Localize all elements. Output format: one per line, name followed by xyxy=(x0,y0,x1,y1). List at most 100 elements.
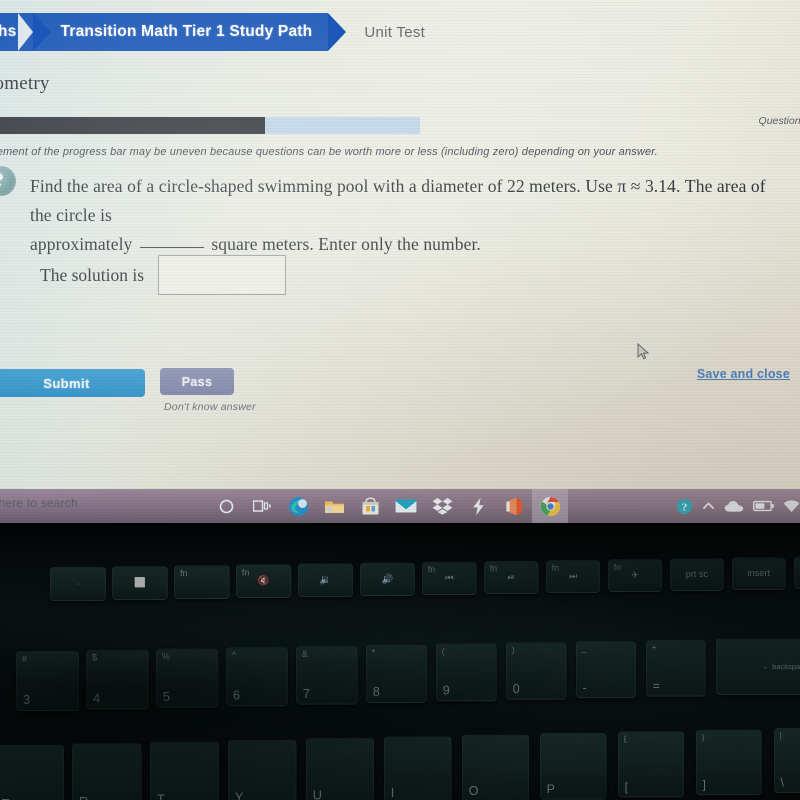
question-line-1: Find the area of a circle-shaped swimmin… xyxy=(30,176,766,225)
answer-blank-underline xyxy=(139,247,204,248)
key-legend: Y xyxy=(234,789,244,800)
keyboard-letter-row: ERTYUIOP{[}]|\ xyxy=(0,727,800,800)
key-legend: prt sc xyxy=(685,569,709,580)
keyboard-key[interactable]: + = xyxy=(646,639,706,697)
wifi-icon[interactable] xyxy=(783,499,800,513)
keyboard-key[interactable]: · xyxy=(50,567,106,601)
keyboard-key[interactable]: (9 xyxy=(436,643,497,702)
keyboard-key[interactable]: prt sc xyxy=(670,558,724,591)
keyboard-key[interactable]: ← backspace xyxy=(716,638,800,695)
breadcrumb-label: Transition Math Tier 1 Study Path xyxy=(60,23,313,40)
breadcrumb-item-transition-math[interactable]: Transition Math Tier 1 Study Path xyxy=(32,13,347,51)
keyboard-key[interactable]: ) 0 xyxy=(506,642,567,700)
breadcrumb-label: Unit Test xyxy=(364,23,426,41)
keyboard-key[interactable]: ⬜ xyxy=(112,566,168,600)
key-legend: ⏮ xyxy=(445,573,454,584)
mouse-cursor xyxy=(637,343,650,360)
key-shift-legend: } xyxy=(701,732,705,742)
keyboard-key[interactable]: }] xyxy=(696,729,762,796)
keyboard-key[interactable]: ^ 6 xyxy=(226,647,288,707)
keyboard-key[interactable]: Y xyxy=(228,739,297,800)
keyboard-key[interactable]: % 5 xyxy=(156,648,219,708)
key-legend: \ xyxy=(780,775,784,790)
progress-bar-fill xyxy=(0,117,265,134)
office-icon[interactable] xyxy=(496,489,532,523)
keyboard-key[interactable]: O xyxy=(462,734,530,800)
save-and-close-link[interactable]: Save and close xyxy=(697,367,790,381)
chevron-up-icon[interactable] xyxy=(702,501,715,511)
dropbox-icon[interactable] xyxy=(424,489,460,523)
submit-button[interactable]: Submit xyxy=(0,369,145,397)
key-legend: - xyxy=(582,680,587,695)
keyboard-key[interactable]: R xyxy=(72,743,142,800)
question-line-2-before: approximately xyxy=(30,234,133,254)
keyboard-key[interactable]: | \ xyxy=(774,727,800,793)
breadcrumb: y Paths Transition Math Tier 1 Study Pat… xyxy=(0,13,425,51)
keyboard-key[interactable]: P xyxy=(540,733,607,800)
taskbar-icons xyxy=(208,489,568,523)
breadcrumb-label: y Paths xyxy=(0,23,17,40)
edge-icon[interactable] xyxy=(280,489,316,523)
key-shift-legend: ( xyxy=(441,646,445,657)
keyboard-function-row: · ⬜ fn fn🔇 🔉 🔊 fn⏮fn⏯fn⏭fn✈ prt sc insert delete xyxy=(50,556,800,601)
keyboard-key[interactable]: #3 xyxy=(16,651,79,711)
photographed-screen: y Paths Transition Math Tier 1 Study Pat… xyxy=(0,0,800,528)
keyboard-key[interactable]: fn ⏯ xyxy=(484,560,539,594)
pass-button[interactable]: Pass xyxy=(160,368,234,395)
file-explorer-icon[interactable] xyxy=(316,489,352,523)
key-legend: ✈ xyxy=(631,570,639,581)
keyboard-key[interactable]: fn ✈ xyxy=(608,559,662,592)
keyboard-key[interactable]: fn 🔇 xyxy=(236,564,292,598)
keyboard-key[interactable]: _ - xyxy=(576,641,636,699)
key-legend: ⏯ xyxy=(507,572,515,583)
keyboard-key[interactable]: fn ⏮ xyxy=(422,561,477,595)
keyboard-key[interactable]: fn ⏭ xyxy=(546,560,601,593)
keyboard-key[interactable]: & 7 xyxy=(296,646,358,705)
keyboard-key[interactable]: insert xyxy=(732,557,786,590)
battery-icon[interactable] xyxy=(753,500,774,512)
key-legend: U xyxy=(312,787,322,800)
task-view-icon[interactable] xyxy=(244,489,280,523)
microsoft-store-icon[interactable] xyxy=(352,489,388,523)
mail-icon[interactable] xyxy=(388,489,424,523)
keyboard-key[interactable]: * 8 xyxy=(366,644,428,703)
question-text: Find the area of a circle-shaped swimmin… xyxy=(30,172,772,259)
keyboard-key[interactable]: 🔊 xyxy=(360,562,415,596)
lightning-icon[interactable] xyxy=(460,489,496,523)
laptop-keyboard: ·⬜fnfn🔇🔉🔊fn⏮fn⏯fn⏭fn✈prt scinsertdelete … xyxy=(0,523,800,800)
help-circle-icon[interactable]: ? xyxy=(676,498,693,515)
chevron-right-icon xyxy=(328,13,347,51)
solution-input[interactable] xyxy=(158,255,287,295)
chrome-icon[interactable] xyxy=(532,489,568,523)
svg-text:?: ? xyxy=(682,501,688,513)
key-shift-legend: $ xyxy=(91,652,97,663)
solution-row: The solution is xyxy=(40,255,287,295)
taskbar-search-text[interactable]: e here to search xyxy=(0,496,78,510)
key-shift-legend: fn xyxy=(179,568,188,579)
system-tray: ? xyxy=(676,489,800,523)
keyboard-key[interactable]: {[ xyxy=(618,731,685,798)
keyboard-key[interactable]: E xyxy=(0,745,64,800)
key-legend: 0 xyxy=(512,681,520,696)
key-legend: T xyxy=(156,791,165,800)
keyboard-key[interactable]: T xyxy=(150,741,220,800)
key-legend: 🔇 xyxy=(257,575,270,587)
key-legend: delete xyxy=(795,568,800,578)
keyboard-key[interactable]: fn xyxy=(174,565,230,599)
keyboard-key[interactable]: I xyxy=(384,736,452,800)
question-badge-icon: ? xyxy=(0,166,16,196)
keyboard-key[interactable]: U xyxy=(306,738,375,800)
onedrive-cloud-icon[interactable] xyxy=(724,500,744,513)
cortana-icon[interactable] xyxy=(208,489,244,523)
key-legend: · xyxy=(76,578,80,590)
question-id-label: Question ID xyxy=(758,115,800,127)
chevron-right-inner-icon xyxy=(17,13,33,51)
solution-label: The solution is xyxy=(40,264,145,285)
breadcrumb-item-study-paths[interactable]: y Paths xyxy=(0,13,51,51)
keyboard-key[interactable]: delete xyxy=(794,556,800,589)
keyboard-key[interactable]: 🔉 xyxy=(298,563,354,597)
key-legend: ] xyxy=(702,777,706,792)
key-shift-legend: ^ xyxy=(231,650,237,661)
keyboard-key[interactable]: $4 xyxy=(86,649,149,710)
key-shift-legend: # xyxy=(22,654,28,664)
